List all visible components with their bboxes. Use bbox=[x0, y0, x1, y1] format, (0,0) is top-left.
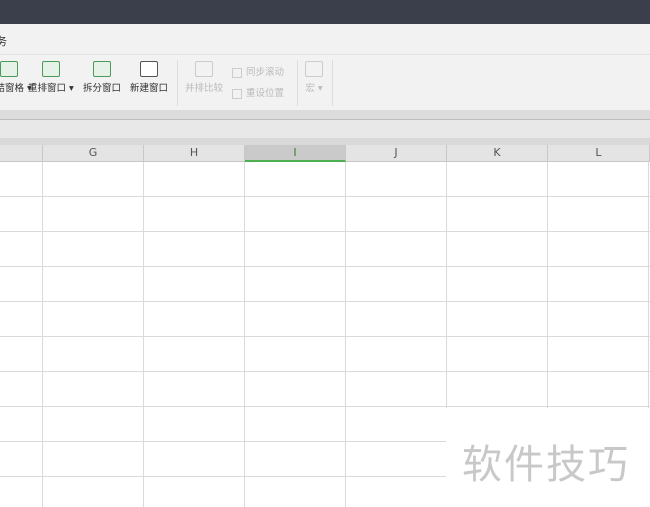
compare-icon bbox=[195, 61, 213, 77]
gridline bbox=[143, 162, 144, 507]
label: 重排窗口 bbox=[28, 83, 67, 94]
column-header-l[interactable]: L bbox=[548, 145, 650, 162]
split-icon bbox=[93, 61, 111, 77]
gridline bbox=[345, 162, 346, 507]
ribbon-tab-bar: 务 bbox=[0, 24, 650, 55]
rearrange-windows-button[interactable]: 重排窗口 ▾ bbox=[28, 61, 74, 94]
column-header-j[interactable]: J bbox=[346, 145, 447, 162]
sync-scroll-icon bbox=[232, 67, 242, 78]
divider bbox=[297, 60, 298, 106]
freeze-panes-icon bbox=[0, 61, 18, 77]
divider bbox=[177, 60, 178, 106]
divider bbox=[332, 60, 333, 106]
formula-bar[interactable] bbox=[0, 119, 650, 138]
header-strip bbox=[0, 138, 650, 145]
new-window-button[interactable]: 新建窗口 bbox=[130, 61, 168, 94]
column-header-i[interactable]: I bbox=[245, 145, 346, 162]
sync-scroll-button[interactable]: 同步滚动 bbox=[232, 64, 284, 78]
reset-position-icon bbox=[232, 88, 242, 99]
reset-position-button[interactable]: 重设位置 bbox=[232, 85, 284, 99]
label: 新建窗口 bbox=[130, 83, 169, 94]
label: 并排比较 bbox=[185, 83, 224, 94]
view-ribbon: 冻结窗格 ▾ 重排窗口 ▾ 拆分窗口 新建窗口 并排比较 同步滚动 重设位置 宏… bbox=[0, 55, 650, 110]
gridline bbox=[42, 162, 43, 507]
side-by-side-button[interactable]: 并排比较 bbox=[185, 61, 223, 94]
label: 拆分窗口 bbox=[83, 83, 122, 94]
ribbon-bottom bbox=[0, 110, 650, 119]
label: 同步滚动 bbox=[246, 67, 285, 78]
column-header-f[interactable] bbox=[0, 145, 43, 162]
title-bar bbox=[0, 0, 650, 24]
column-header-k[interactable]: K bbox=[447, 145, 548, 162]
macro-button[interactable]: 宏 ▾ bbox=[305, 61, 323, 94]
new-window-icon bbox=[140, 61, 158, 77]
watermark: 软件技巧 bbox=[462, 442, 630, 488]
label: 宏 bbox=[305, 83, 315, 94]
label: 冻结窗格 bbox=[0, 83, 25, 94]
macro-icon bbox=[305, 61, 323, 77]
column-header-h[interactable]: H bbox=[144, 145, 245, 162]
tab-partial[interactable]: 务 bbox=[0, 33, 7, 49]
gridline bbox=[244, 162, 245, 507]
split-window-button[interactable]: 拆分窗口 bbox=[83, 61, 121, 94]
rearrange-icon bbox=[41, 61, 60, 77]
label: 重设位置 bbox=[246, 88, 285, 99]
column-header-g[interactable]: G bbox=[43, 145, 144, 162]
